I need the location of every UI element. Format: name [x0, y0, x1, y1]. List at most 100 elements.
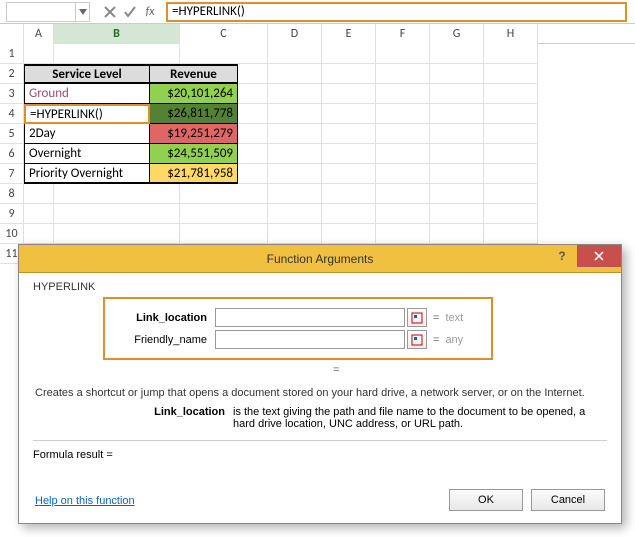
argument-input[interactable]: [215, 330, 405, 349]
cell[interactable]: [24, 44, 54, 64]
col-header[interactable]: H: [484, 24, 538, 44]
cell[interactable]: [430, 204, 484, 224]
fx-icon[interactable]: fx: [140, 2, 160, 22]
ok-button[interactable]: OK: [449, 489, 523, 511]
cell[interactable]: [180, 204, 268, 224]
cell[interactable]: [484, 204, 538, 224]
dialog-titlebar[interactable]: Function Arguments ?: [19, 245, 621, 273]
table-cell-revenue[interactable]: $26,811,778: [150, 104, 238, 124]
formula-input[interactable]: =HYPERLINK(): [166, 2, 627, 22]
cell[interactable]: [24, 204, 54, 224]
row-header[interactable]: 9: [0, 204, 24, 224]
cell[interactable]: [430, 44, 484, 64]
cell[interactable]: [54, 44, 180, 64]
col-header[interactable]: C: [180, 24, 268, 44]
select-all-corner[interactable]: [0, 24, 24, 44]
cell[interactable]: [484, 144, 538, 164]
cell[interactable]: [430, 164, 484, 184]
cell[interactable]: [322, 124, 376, 144]
cell[interactable]: [180, 184, 268, 204]
cell[interactable]: [268, 224, 322, 244]
name-box-dropdown[interactable]: [76, 2, 90, 22]
cell[interactable]: [484, 124, 538, 144]
cell[interactable]: [376, 164, 430, 184]
cell[interactable]: [484, 164, 538, 184]
cell[interactable]: [268, 144, 322, 164]
cell[interactable]: [430, 64, 484, 84]
cell[interactable]: [322, 144, 376, 164]
cell[interactable]: [430, 184, 484, 204]
help-button[interactable]: ?: [547, 245, 577, 267]
col-header[interactable]: E: [322, 24, 376, 44]
spreadsheet-grid[interactable]: 1234567891011Service LevelRevenueGround$…: [0, 44, 635, 264]
row-header[interactable]: 3: [0, 84, 24, 104]
row-header[interactable]: 6: [0, 144, 24, 164]
table-cell-revenue[interactable]: $21,781,958: [150, 164, 238, 184]
cancel-button[interactable]: Cancel: [531, 489, 605, 511]
name-box[interactable]: [6, 2, 76, 22]
row-header[interactable]: 1: [0, 44, 24, 64]
cell[interactable]: [322, 84, 376, 104]
row-header[interactable]: 10: [0, 224, 24, 244]
table-cell-service[interactable]: Priority Overnight: [24, 164, 150, 184]
cell[interactable]: [376, 104, 430, 124]
cell[interactable]: [24, 184, 54, 204]
cell[interactable]: [376, 84, 430, 104]
cell[interactable]: [268, 104, 322, 124]
table-cell-service[interactable]: Ground: [24, 84, 150, 104]
row-header[interactable]: 5: [0, 124, 24, 144]
cell[interactable]: [430, 224, 484, 244]
cell[interactable]: [322, 64, 376, 84]
argument-input[interactable]: [215, 308, 405, 327]
cell[interactable]: [268, 124, 322, 144]
col-header[interactable]: G: [430, 24, 484, 44]
range-selector-icon[interactable]: [407, 330, 427, 349]
cell[interactable]: [322, 184, 376, 204]
cell[interactable]: [322, 204, 376, 224]
cell[interactable]: [484, 224, 538, 244]
cell[interactable]: [376, 44, 430, 64]
cell[interactable]: [484, 84, 538, 104]
table-cell-revenue[interactable]: $19,251,279: [150, 124, 238, 144]
cell[interactable]: [180, 224, 268, 244]
cell[interactable]: [484, 184, 538, 204]
cell[interactable]: [180, 44, 268, 64]
cell[interactable]: [268, 164, 322, 184]
col-header[interactable]: D: [268, 24, 322, 44]
cell[interactable]: [322, 44, 376, 64]
cell[interactable]: [268, 44, 322, 64]
cell[interactable]: [54, 184, 180, 204]
cell[interactable]: [376, 204, 430, 224]
cell[interactable]: [268, 64, 322, 84]
cell[interactable]: [430, 84, 484, 104]
cell[interactable]: [268, 84, 322, 104]
row-header[interactable]: 7: [0, 164, 24, 184]
col-header[interactable]: B: [54, 24, 180, 44]
cell[interactable]: [376, 144, 430, 164]
table-cell-service[interactable]: =HYPERLINK(): [24, 104, 150, 124]
cell[interactable]: [268, 204, 322, 224]
cell[interactable]: [430, 124, 484, 144]
cell[interactable]: [322, 164, 376, 184]
cell[interactable]: [54, 204, 180, 224]
cell[interactable]: [24, 224, 54, 244]
help-link[interactable]: Help on this function: [35, 495, 135, 507]
table-cell-revenue[interactable]: $24,551,509: [150, 144, 238, 164]
close-button[interactable]: [577, 245, 621, 267]
cell[interactable]: [376, 224, 430, 244]
row-header[interactable]: 8: [0, 184, 24, 204]
cell[interactable]: [484, 44, 538, 64]
cell[interactable]: [322, 224, 376, 244]
cell[interactable]: [54, 224, 180, 244]
row-header[interactable]: 4: [0, 104, 24, 124]
row-header[interactable]: 2: [0, 64, 24, 84]
cell[interactable]: [268, 184, 322, 204]
table-cell-revenue[interactable]: $20,101,264: [150, 84, 238, 104]
enter-icon[interactable]: [120, 2, 140, 22]
cell[interactable]: [484, 104, 538, 124]
col-header[interactable]: A: [24, 24, 54, 44]
cell[interactable]: [376, 184, 430, 204]
col-header[interactable]: F: [376, 24, 430, 44]
cell[interactable]: [430, 144, 484, 164]
table-cell-service[interactable]: Overnight: [24, 144, 150, 164]
